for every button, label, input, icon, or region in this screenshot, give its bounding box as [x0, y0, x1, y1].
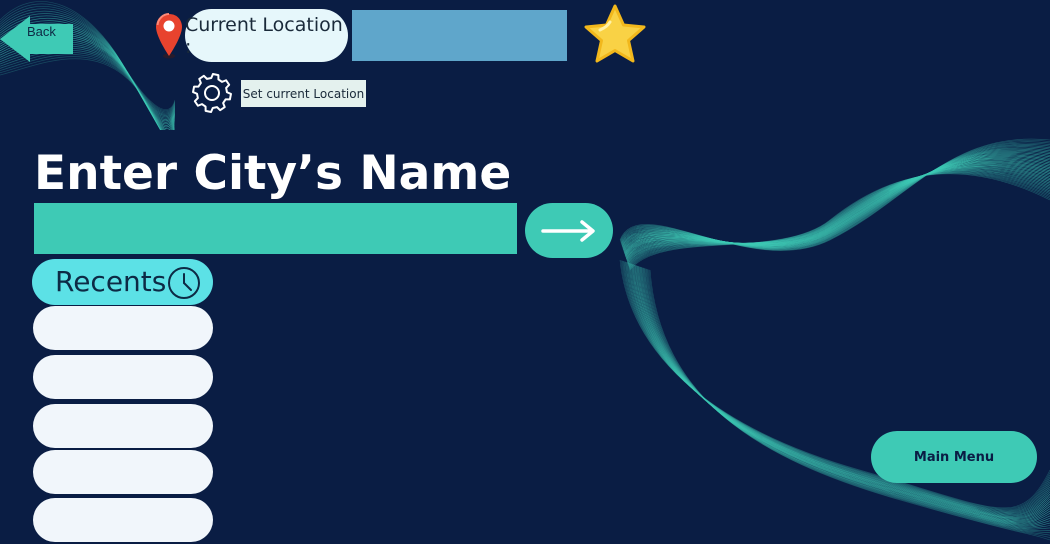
arrow-right-icon	[541, 220, 595, 242]
search-submit-button[interactable]	[525, 203, 613, 258]
back-button[interactable]: Back	[0, 16, 74, 62]
page-title: Enter City’s Name	[34, 146, 512, 201]
recent-item[interactable]	[33, 306, 213, 350]
recent-item[interactable]	[33, 404, 213, 448]
recent-item[interactable]	[33, 355, 213, 399]
recent-item[interactable]	[33, 498, 213, 542]
star-icon[interactable]	[580, 3, 650, 69]
city-name-input[interactable]	[34, 203, 517, 254]
current-location-value	[352, 10, 567, 61]
recents-label: Recents	[55, 265, 167, 298]
map-pin-icon	[156, 13, 182, 59]
gear-icon[interactable]	[191, 72, 233, 114]
arrow-left-icon	[0, 16, 73, 62]
clock-icon	[168, 267, 200, 299]
back-label: Back	[27, 24, 56, 39]
set-current-location-button[interactable]: Set current Location	[241, 80, 366, 107]
recents-header: Recents	[32, 259, 213, 305]
weather-search-screen: Back Current Location : Set current Loca…	[0, 0, 1050, 544]
recent-item[interactable]	[33, 450, 213, 494]
main-menu-button[interactable]: Main Menu	[871, 431, 1037, 483]
current-location-label: Current Location :	[185, 9, 348, 62]
